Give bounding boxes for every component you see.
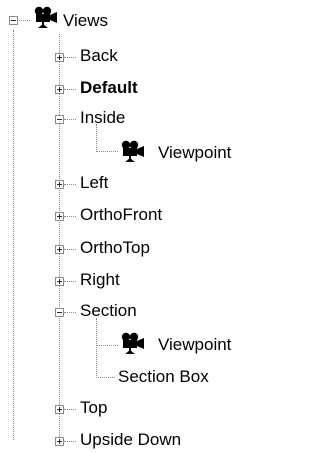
tree-expand-toggle[interactable]: [55, 180, 64, 189]
tree-node-back[interactable]: Back: [80, 46, 118, 66]
tree-node-inside[interactable]: Inside: [80, 108, 125, 128]
tree-connector: [64, 216, 76, 217]
tree-connector: [96, 124, 97, 152]
tree-node-section-box[interactable]: Section Box: [118, 367, 209, 387]
tree-node-viewpoint[interactable]: Viewpoint: [158, 143, 231, 163]
tree-node-orthofront[interactable]: OrthoFront: [80, 205, 162, 225]
tree-connector: [64, 184, 76, 185]
tree-expand-toggle[interactable]: [55, 437, 64, 446]
tree-connector: [59, 34, 60, 441]
tree-expand-toggle[interactable]: [55, 277, 64, 286]
tree-connector: [64, 409, 76, 410]
tree-expand-toggle[interactable]: [55, 85, 64, 94]
tree-node-right[interactable]: Right: [80, 270, 120, 290]
tree-connector: [64, 281, 76, 282]
tree-collapse-toggle[interactable]: [55, 115, 64, 124]
tree-node-section[interactable]: Section: [80, 301, 137, 321]
tree-node-viewpoint[interactable]: Viewpoint: [158, 335, 231, 355]
tree-collapse-toggle[interactable]: [55, 308, 64, 317]
tree-connector: [19, 20, 30, 21]
tree-node-default[interactable]: Default: [80, 78, 138, 98]
tree-node-orthotop[interactable]: OrthoTop: [80, 238, 150, 258]
camera-icon: [121, 332, 144, 354]
camera-icon: [34, 6, 57, 28]
tree-connector: [96, 318, 97, 378]
tree-connector: [64, 57, 76, 58]
tree-expand-toggle[interactable]: [55, 405, 64, 414]
tree-connector: [64, 89, 76, 90]
tree-connector: [96, 345, 118, 346]
tree-expand-toggle[interactable]: [55, 212, 64, 221]
tree-node-views[interactable]: Views: [63, 11, 108, 31]
tree-expand-toggle[interactable]: [55, 245, 64, 254]
tree-collapse-toggle[interactable]: [9, 16, 18, 25]
tree-connector: [96, 377, 115, 378]
camera-icon: [121, 140, 144, 162]
tree-connector: [64, 441, 76, 442]
tree-connector: [64, 249, 76, 250]
tree-connector: [13, 30, 14, 440]
tree-connector: [64, 312, 76, 313]
tree-expand-toggle[interactable]: [55, 53, 64, 62]
tree-connector: [96, 151, 118, 152]
views-tree: Views Back Default Inside Viewpoint Left…: [0, 0, 259, 453]
tree-node-left[interactable]: Left: [80, 173, 108, 193]
tree-node-top[interactable]: Top: [80, 398, 107, 418]
tree-node-upside-down[interactable]: Upside Down: [80, 430, 181, 450]
tree-connector: [64, 119, 76, 120]
